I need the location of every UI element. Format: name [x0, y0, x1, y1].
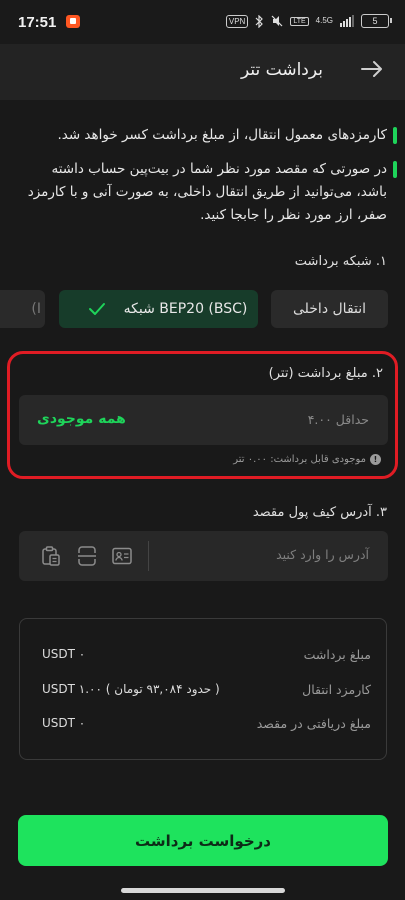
summary-row-label: کارمزد انتقال: [302, 682, 371, 697]
scan-qr-icon[interactable]: [76, 545, 98, 567]
check-icon: [88, 303, 105, 315]
address-section-label: ۳. آدرس کیف پول مقصد: [252, 505, 387, 520]
note-fees: کارمزدهای معمول انتقال، از مبلغ برداشت ک…: [27, 124, 397, 147]
note-internal-transfer-text: در صورتی که مقصد مورد نظر شما در بیت‌پین…: [27, 161, 387, 223]
other-network-chip[interactable]: (I: [0, 290, 45, 328]
summary-row-value: USDT ۰: [42, 647, 86, 661]
mute-icon: [271, 15, 283, 27]
info-icon: !: [370, 454, 381, 465]
bep20-network-label: شبکه BEP20 (BSC): [123, 301, 248, 317]
note-marker: [393, 127, 397, 144]
available-balance-text: موجودی قابل برداشت: ۰.۰۰ تتر: [233, 454, 366, 465]
summary-row-value: USDT ۰: [42, 716, 86, 730]
bluetooth-icon: [255, 14, 264, 28]
status-time: 17:51: [18, 14, 57, 31]
note-marker: [393, 161, 397, 178]
note-internal-transfer: در صورتی که مقصد مورد نظر شما در بیت‌پین…: [27, 158, 397, 227]
summary-row-label: مبلغ دریافتی در مقصد: [256, 716, 371, 731]
amount-placeholder: حداقل ۴.۰۰: [307, 412, 369, 427]
summary-row-label: مبلغ برداشت: [303, 647, 371, 662]
vpn-badge: VPN: [225, 14, 249, 28]
network-section-label: ۱. شبکه برداشت: [294, 254, 387, 269]
header-bar: [0, 44, 405, 100]
page-title: برداشت تتر: [241, 60, 323, 80]
all-balance-button[interactable]: همه موجودی: [37, 411, 126, 427]
internal-transfer-chip[interactable]: انتقال داخلی: [271, 290, 388, 328]
address-placeholder: آدرس را وارد کنید: [276, 547, 369, 562]
other-network-label: (I: [31, 301, 41, 317]
paste-icon[interactable]: [40, 545, 62, 567]
bep20-network-chip[interactable]: شبکه BEP20 (BSC): [59, 290, 258, 328]
summary-row-value: USDT ۱.۰۰ ( حدود ۹۳,۰۸۴ تومان ): [42, 682, 220, 696]
available-balance: ! موجودی قابل برداشت: ۰.۰۰ تتر: [233, 454, 381, 465]
notification-icon: [66, 15, 80, 28]
back-arrow-icon[interactable]: [359, 56, 385, 82]
network-type: 4.5G: [315, 16, 333, 25]
withdraw-request-button[interactable]: درخواست برداشت: [18, 815, 388, 866]
address-book-icon[interactable]: [111, 545, 133, 567]
amount-section-label: ۲. مبلغ برداشت (تتر): [268, 366, 383, 381]
note-fees-text: کارمزدهای معمول انتقال، از مبلغ برداشت ک…: [57, 127, 387, 143]
home-indicator: [121, 888, 285, 893]
lte-badge: LTE: [290, 16, 309, 26]
battery-icon: 5: [361, 14, 392, 28]
signal-icon: [340, 15, 354, 27]
status-icons: VPN LTE 4.5G 5: [225, 14, 392, 28]
address-divider: [148, 541, 149, 571]
